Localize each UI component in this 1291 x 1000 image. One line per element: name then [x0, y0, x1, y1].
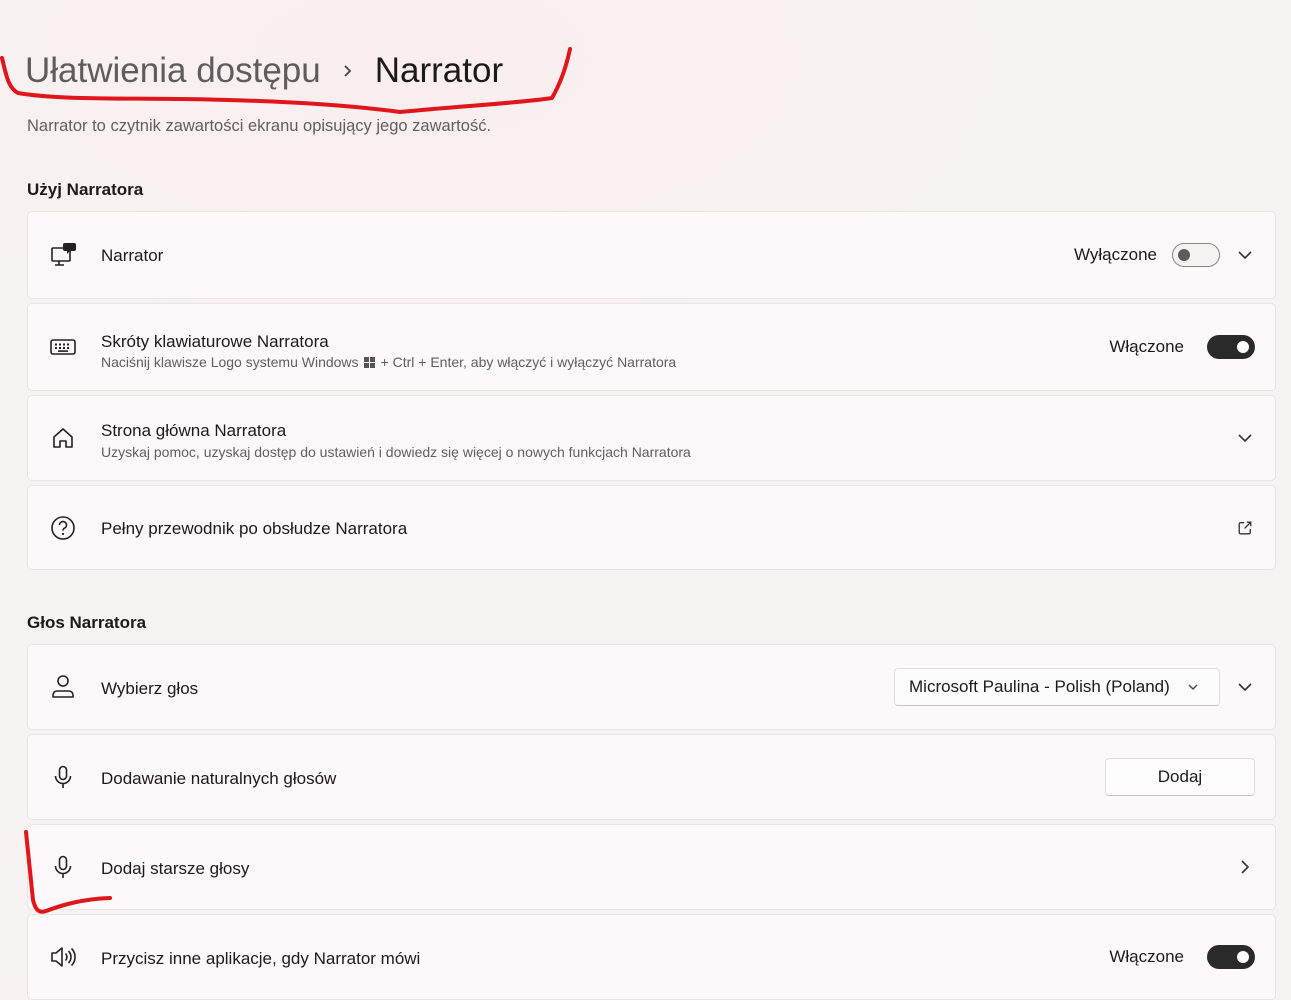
- narrator-guide-card[interactable]: Pełny przewodnik po obsłudze Narratora: [27, 485, 1276, 570]
- person-voice-icon: [48, 672, 78, 702]
- narrator-guide-title: Pełny przewodnik po obsłudze Narratora: [101, 519, 408, 538]
- keyboard-icon: [48, 332, 78, 362]
- breadcrumb-parent[interactable]: Ułatwienia dostępu: [25, 51, 321, 91]
- narrator-title: Narrator: [101, 246, 164, 265]
- shortcut-state: Włączone: [1109, 337, 1184, 356]
- legacy-voices-card[interactable]: Dodaj starsze głosy: [27, 824, 1276, 910]
- speaker-icon: [48, 942, 78, 972]
- chevron-down-icon[interactable]: [1237, 679, 1253, 695]
- chevron-right-icon: [321, 62, 375, 80]
- shortcut-desc-before: Naciśnij klawisze Logo systemu Windows: [101, 354, 359, 370]
- legacy-voices-title: Dodaj starsze głosy: [101, 859, 250, 878]
- help-circle-icon: [48, 513, 78, 543]
- microphone-icon: [48, 762, 78, 792]
- shortcut-description: Naciśnij klawisze Logo systemu Windows +…: [101, 354, 676, 370]
- section-title-narrator-voice: Głos Narratora: [27, 613, 147, 632]
- choose-voice-title: Wybierz głos: [101, 679, 199, 698]
- shortcut-card: Skróty klawiaturowe Narratora Naciśnij k…: [27, 303, 1276, 391]
- chevron-down-icon[interactable]: [1237, 430, 1253, 446]
- narrator-monitor-icon: [48, 240, 78, 270]
- duck-audio-toggle[interactable]: [1207, 945, 1255, 969]
- duck-audio-title: Przycisz inne aplikacje, gdy Narrator mó…: [101, 949, 421, 968]
- page-subtitle: Narrator to czytnik zawartości ekranu op…: [27, 117, 492, 135]
- chevron-down-icon: [1187, 681, 1199, 693]
- shortcut-toggle[interactable]: [1207, 335, 1255, 359]
- narrator-card[interactable]: Narrator Wyłączone: [27, 211, 1276, 299]
- narrator-home-description: Uzyskaj pomoc, uzyskaj dostęp do ustawie…: [101, 444, 691, 460]
- narrator-toggle[interactable]: [1172, 243, 1220, 267]
- microphone-icon: [48, 852, 78, 882]
- shortcut-title: Skróty klawiaturowe Narratora: [101, 332, 329, 351]
- section-title-use-narrator: Użyj Narratora: [27, 180, 144, 199]
- windows-logo-icon: [363, 356, 375, 368]
- chevron-right-icon[interactable]: [1237, 859, 1253, 875]
- choose-voice-card[interactable]: Wybierz głos Microsoft Paulina - Polish …: [27, 644, 1276, 730]
- narrator-home-title: Strona główna Narratora: [101, 421, 287, 440]
- chevron-down-icon[interactable]: [1237, 247, 1253, 263]
- shortcut-desc-after: + Ctrl + Enter, aby włączyć i wyłączyć N…: [380, 354, 677, 370]
- duck-audio-state: Włączone: [1109, 947, 1184, 966]
- natural-voices-card: Dodawanie naturalnych głosów Dodaj: [27, 734, 1276, 820]
- add-natural-voices-button[interactable]: Dodaj: [1105, 758, 1255, 796]
- page-title: Narrator: [374, 51, 504, 90]
- voice-select[interactable]: Microsoft Paulina - Polish (Poland): [894, 668, 1220, 706]
- external-link-icon[interactable]: [1237, 520, 1253, 536]
- voice-select-value: Microsoft Paulina - Polish (Poland): [909, 677, 1170, 696]
- natural-voices-title: Dodawanie naturalnych głosów: [101, 769, 337, 788]
- narrator-state: Wyłączone: [1074, 245, 1157, 264]
- narrator-home-card[interactable]: Strona główna Narratora Uzyskaj pomoc, u…: [27, 395, 1276, 481]
- breadcrumb: Ułatwienia dostępu Narrator: [25, 46, 503, 96]
- home-icon: [48, 423, 78, 453]
- duck-audio-card: Przycisz inne aplikacje, gdy Narrator mó…: [27, 914, 1276, 1000]
